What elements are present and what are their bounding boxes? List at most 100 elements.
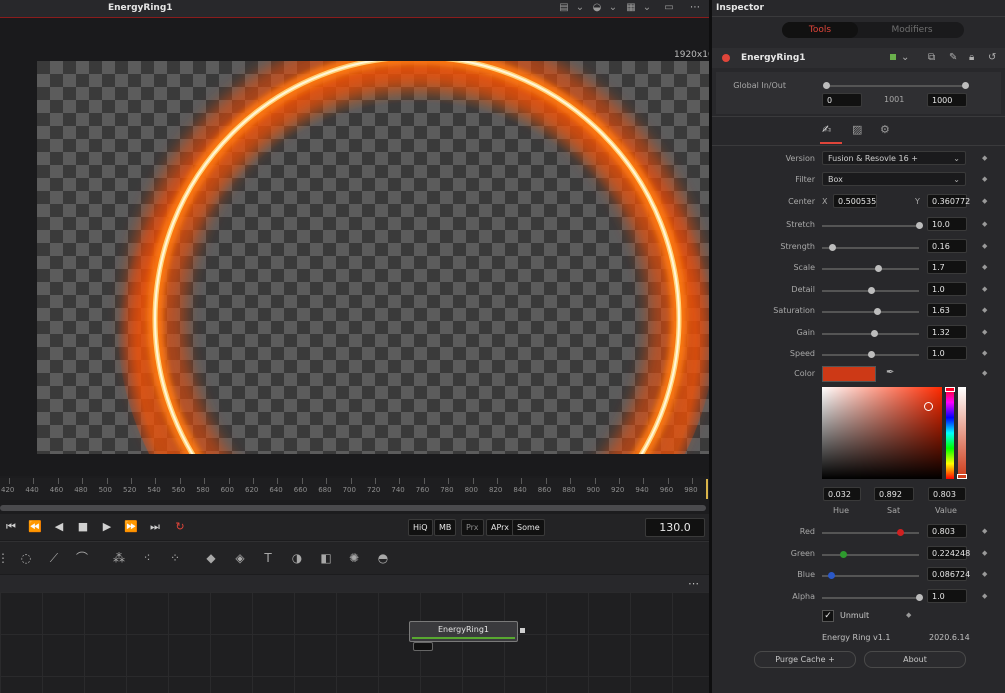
particle-render-icon[interactable]: ⁖ — [138, 549, 156, 567]
slider-value-field[interactable]: 10.0 — [927, 217, 967, 231]
single-view-icon[interactable]: ▭ — [662, 2, 676, 13]
global-out-field[interactable]: 1000 — [927, 93, 967, 107]
keyframe-diamond-icon[interactable]: ◆ — [982, 263, 987, 271]
camera-3d-icon[interactable]: ◧ — [317, 549, 335, 567]
slider-track[interactable] — [822, 268, 919, 270]
slider-value-field[interactable]: 1.7 — [927, 260, 967, 274]
channel-value-field[interactable]: 1.0 — [927, 588, 967, 603]
hue-field[interactable]: 0.032 — [823, 487, 861, 501]
current-frame-field[interactable]: 130.0 — [645, 518, 705, 537]
bspline-mask-icon[interactable]: ⌒ — [73, 549, 91, 567]
keyframe-diamond-icon[interactable]: ◆ — [982, 175, 987, 183]
slider-value-field[interactable]: 0.16 — [927, 238, 967, 253]
node-editor-canvas[interactable] — [0, 592, 710, 693]
color-picker-cursor[interactable] — [924, 402, 933, 411]
channel-handle[interactable] — [896, 529, 904, 536]
loop-icon[interactable]: ↻ — [172, 519, 188, 535]
merge-3d-icon[interactable]: ◑ — [288, 549, 306, 567]
more-icon[interactable]: ⋯ — [688, 2, 702, 13]
grid-icon[interactable]: ▦ — [624, 2, 638, 13]
reset-icon[interactable]: ↺ — [988, 52, 996, 63]
pin-icon[interactable]: ✎ — [949, 52, 957, 63]
tool-color-swatch[interactable] — [890, 54, 896, 60]
play-icon[interactable]: ▶ — [99, 519, 115, 535]
step-back-fast-icon[interactable]: ⏪ — [27, 519, 43, 535]
hiq-button[interactable]: HiQ — [408, 519, 433, 536]
viewer-canvas[interactable] — [37, 61, 710, 454]
slider-track[interactable] — [822, 311, 919, 313]
keyframe-diamond-icon[interactable]: ◆ — [982, 527, 987, 535]
alpha-handle[interactable] — [957, 474, 967, 479]
image-plane-3d-icon[interactable]: ◆ — [202, 549, 220, 567]
render-range-end[interactable] — [706, 479, 708, 499]
renderer-3d-icon[interactable]: ◓ — [374, 549, 392, 567]
controls-page-icon[interactable]: ✍ — [822, 123, 831, 136]
channel-value-field[interactable]: 0.086724 — [927, 567, 970, 581]
tab-modifiers[interactable]: Modifiers — [860, 22, 964, 38]
filter-select[interactable]: Box ⌄ — [822, 172, 966, 186]
stop-icon[interactable]: ■ — [75, 519, 91, 535]
mb-button[interactable]: MB — [434, 519, 457, 536]
hue-handle[interactable] — [945, 387, 955, 392]
keyframe-diamond-icon[interactable]: ◆ — [982, 349, 987, 357]
viewer-layout-icon[interactable]: ▤ — [557, 2, 571, 13]
timeline-ruler[interactable]: 420 440 460 480 500 520 540 560 580 600 620 640 660 6… — [0, 478, 710, 500]
step-forward-fast-icon[interactable]: ⏩ — [123, 519, 139, 535]
slider-handle[interactable] — [871, 329, 879, 337]
particle-style-icon[interactable]: ⁘ — [166, 549, 184, 567]
more-icon[interactable]: ⋯ — [688, 577, 699, 590]
about-button[interactable]: About — [864, 651, 966, 668]
global-inout-track[interactable] — [826, 85, 966, 87]
circle-mask-icon[interactable]: ◌ — [17, 549, 35, 567]
slider-handle[interactable] — [874, 308, 882, 315]
slider-handle[interactable] — [867, 286, 875, 294]
slider-handle[interactable] — [828, 243, 836, 251]
channel-value-field[interactable]: 0.224248 — [927, 545, 970, 560]
value-field[interactable]: 0.803 — [928, 487, 966, 501]
color-swatch[interactable] — [822, 366, 876, 382]
light-3d-icon[interactable]: ✺ — [345, 549, 363, 567]
node-mask-input[interactable] — [413, 642, 433, 651]
channel-track[interactable] — [822, 553, 919, 556]
purge-cache-button[interactable]: Purge Cache + — [754, 651, 856, 668]
keyframe-diamond-icon[interactable]: ◆ — [906, 611, 911, 619]
polygon-mask-icon[interactable]: ⟋ — [45, 549, 63, 567]
center-y-field[interactable]: 0.360772 — [927, 194, 970, 208]
slider-value-field[interactable]: 1.0 — [927, 346, 967, 360]
chevron-down-icon[interactable]: ⌄ — [901, 52, 909, 63]
keyframe-diamond-icon[interactable]: ◆ — [982, 369, 987, 377]
play-reverse-icon[interactable]: ◀ — [51, 519, 67, 535]
slider-handle[interactable] — [867, 351, 875, 358]
channel-track[interactable] — [822, 596, 919, 599]
global-out-handle[interactable] — [962, 82, 969, 89]
text-3d-icon[interactable]: T — [259, 549, 277, 567]
shape-3d-icon[interactable]: ◈ — [231, 549, 249, 567]
tool-header[interactable]: EnergyRing1 ⌄ ⧉ ✎ 🔒︎ ↺ — [712, 48, 1005, 68]
keyframe-diamond-icon[interactable]: ◆ — [982, 592, 987, 600]
particle-emitter-icon[interactable]: ⁂ — [110, 549, 128, 567]
image-page-icon[interactable]: ▨ — [852, 123, 862, 136]
keyframe-diamond-icon[interactable]: ◆ — [982, 306, 987, 314]
tool-enable-toggle[interactable] — [722, 54, 730, 62]
chevron-down-icon[interactable]: ⌄ — [640, 2, 654, 13]
keyframe-diamond-icon[interactable]: ◆ — [982, 549, 987, 557]
node-output-port[interactable] — [520, 628, 525, 633]
prx-button[interactable]: Prx — [461, 519, 484, 536]
slider-track[interactable] — [822, 246, 919, 249]
slider-value-field[interactable]: 1.0 — [927, 281, 967, 296]
center-x-field[interactable]: 0.500535 — [833, 194, 877, 208]
roi-icon[interactable]: ◒ — [590, 2, 604, 13]
global-in-field[interactable]: 0 — [822, 93, 862, 107]
chevron-down-icon[interactable]: ⌄ — [573, 2, 587, 13]
node-energyring1[interactable]: EnergyRing1 — [409, 621, 518, 642]
some-button[interactable]: Some — [512, 519, 545, 536]
keyframe-diamond-icon[interactable]: ◆ — [982, 154, 987, 162]
keyframe-diamond-icon[interactable]: ◆ — [982, 570, 987, 578]
channel-handle[interactable] — [916, 593, 923, 601]
slider-track[interactable] — [822, 225, 919, 227]
hue-strip[interactable] — [945, 387, 955, 479]
channel-handle[interactable] — [840, 550, 848, 558]
chevron-down-icon[interactable]: ⌄ — [606, 2, 620, 13]
settings-page-icon[interactable]: ⚙ — [880, 123, 890, 136]
slider-value-field[interactable]: 1.63 — [927, 303, 967, 317]
